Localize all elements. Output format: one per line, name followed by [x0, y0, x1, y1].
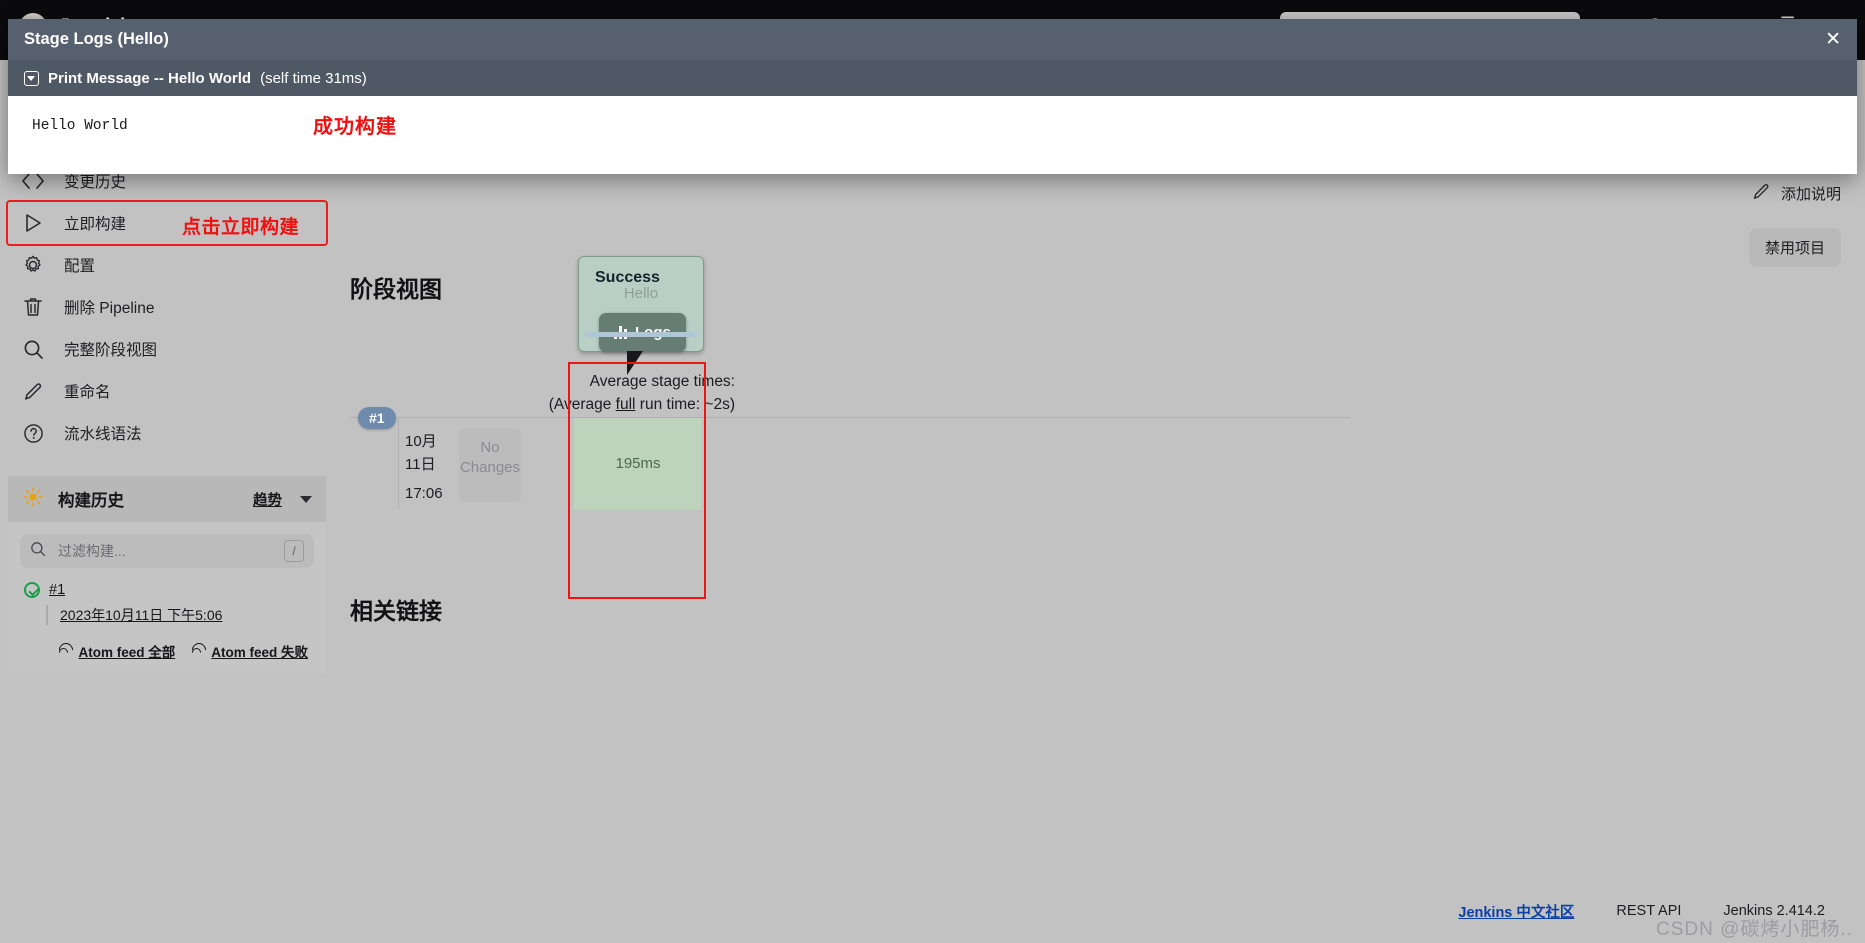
- rss-icon: [191, 644, 205, 658]
- atom-feed-all-label: Atom feed 全部: [78, 645, 176, 660]
- sidebar-item-pipeline-syntax[interactable]: 流水线语法: [8, 412, 326, 454]
- sun-icon: [22, 486, 44, 513]
- pencil-icon: [1752, 182, 1771, 205]
- average-full-run-time-label: (Average full run time: ~2s): [548, 396, 735, 414]
- help-icon: [22, 422, 44, 444]
- csdn-watermark: CSDN @碳烤小肥杨..: [1656, 919, 1853, 940]
- build-history-body: / #1 2023年10月11日 下午5:06 Atom feed 全部 Ato…: [8, 522, 326, 673]
- close-icon[interactable]: ✕: [1825, 30, 1841, 49]
- sidebar-item-configure[interactable]: 配置: [8, 244, 326, 286]
- sidebar-item-rename[interactable]: 重命名: [8, 370, 326, 412]
- modal-step-meta: (self time 31ms): [260, 69, 367, 87]
- average-times-block: Average stage times: (Average full run t…: [415, 370, 735, 417]
- success-check-icon: [24, 582, 40, 598]
- atom-feed-all-link[interactable]: Atom feed 全部: [58, 641, 175, 661]
- filter-shortcut-key: /: [284, 540, 304, 562]
- modal-header: Stage Logs (Hello) ✕: [8, 19, 1857, 60]
- stage-view-matrix: #1 10月 11日 17:06 No Changes 195ms Succes…: [350, 256, 1350, 510]
- run-date-day: 11日: [405, 455, 436, 473]
- play-icon: [22, 212, 44, 234]
- average-stage-times-label: Average stage times:: [589, 373, 735, 390]
- run-number-badge[interactable]: #1: [358, 406, 396, 429]
- stage-view-title: 阶段视图: [350, 276, 442, 302]
- tooltip-pointer: [627, 351, 643, 375]
- jenkins-community-link[interactable]: Jenkins 中文社区: [1458, 901, 1574, 922]
- run-time: 17:06: [405, 485, 443, 502]
- stage-name-label: Hello: [623, 285, 659, 302]
- sidebar-item-label: 立即构建: [64, 216, 127, 233]
- disable-project-button[interactable]: 禁用项目: [1748, 228, 1841, 267]
- page-footer: Jenkins 中文社区 REST API Jenkins 2.414.2: [0, 893, 1865, 929]
- project-actions: 添加说明 禁用项目: [1748, 182, 1841, 267]
- stage-logs-modal: Stage Logs (Hello) ✕ Print Message -- He…: [8, 19, 1857, 174]
- modal-title: Stage Logs (Hello): [24, 30, 169, 48]
- build-history-item[interactable]: #1: [20, 582, 314, 598]
- sidebar-item-label: 重命名: [64, 384, 111, 401]
- sidebar-item-delete-pipeline[interactable]: 删除 Pipeline: [8, 286, 326, 328]
- build-history-header: 构建历史 趋势: [8, 476, 326, 522]
- build-filter-container[interactable]: /: [20, 534, 314, 568]
- annotation-click-build-now: 点击立即构建: [182, 217, 300, 238]
- modal-step-title: Print Message -- Hello World: [48, 69, 252, 87]
- run-date-month: 10月: [405, 432, 437, 450]
- page-content: 变更历史 立即构建 配置 删除 Pipeline 完整阶段视图 重命名 流水线语…: [0, 60, 1865, 943]
- collapse-icon[interactable]: [24, 70, 39, 86]
- stage-view-section: 阶段视图 Average stage times: (Average full …: [350, 256, 1350, 510]
- modal-log-body: Hello World 成功构建: [8, 96, 1857, 174]
- atom-feed-failed-link[interactable]: Atom feed 失败: [191, 641, 308, 661]
- atom-feed-failed-label: Atom feed 失败: [211, 645, 308, 660]
- build-filter-input[interactable]: [56, 542, 274, 560]
- sidebar-item-full-stage-view[interactable]: 完整阶段视图: [8, 328, 326, 370]
- add-description-button[interactable]: 添加说明: [1752, 182, 1841, 205]
- related-links-title: 相关链接: [350, 598, 442, 624]
- build-date-link[interactable]: 2023年10月11日 下午5:06: [46, 605, 222, 625]
- tooltip-progress-bar: [585, 332, 697, 337]
- rss-icon: [58, 644, 72, 658]
- log-output-text: Hello World: [32, 118, 128, 134]
- stage-cell-hello[interactable]: 195ms: [574, 417, 702, 510]
- search-icon: [22, 338, 44, 360]
- run-badge-cell: #1: [350, 406, 398, 509]
- annotation-successful-build: 成功构建: [313, 116, 397, 138]
- pencil-icon: [22, 380, 44, 402]
- search-icon: [30, 541, 46, 562]
- sidebar-item-label: 删除 Pipeline: [64, 300, 155, 317]
- run-date-cell: 10月 11日 17:06: [398, 417, 453, 509]
- chevron-down-icon[interactable]: [300, 495, 312, 503]
- modal-step-header[interactable]: Print Message -- Hello World (self time …: [8, 60, 1857, 96]
- sidebar-item-label: 流水线语法: [64, 426, 142, 443]
- trash-icon: [22, 296, 44, 318]
- build-history-title: 构建历史: [58, 492, 124, 510]
- sidebar-item-label: 配置: [64, 258, 96, 275]
- add-description-label: 添加说明: [1780, 186, 1841, 203]
- sidebar-item-label: 完整阶段视图: [64, 342, 158, 359]
- trend-link[interactable]: 趋势: [253, 489, 282, 510]
- stage-tooltip-card: Success Hello 195ms Logs: [578, 256, 704, 375]
- build-number-link[interactable]: #1: [49, 582, 65, 598]
- atom-feed-links: Atom feed 全部 Atom feed 失败: [20, 641, 308, 661]
- no-changes-cell[interactable]: No Changes: [459, 427, 521, 502]
- gear-icon: [22, 254, 44, 276]
